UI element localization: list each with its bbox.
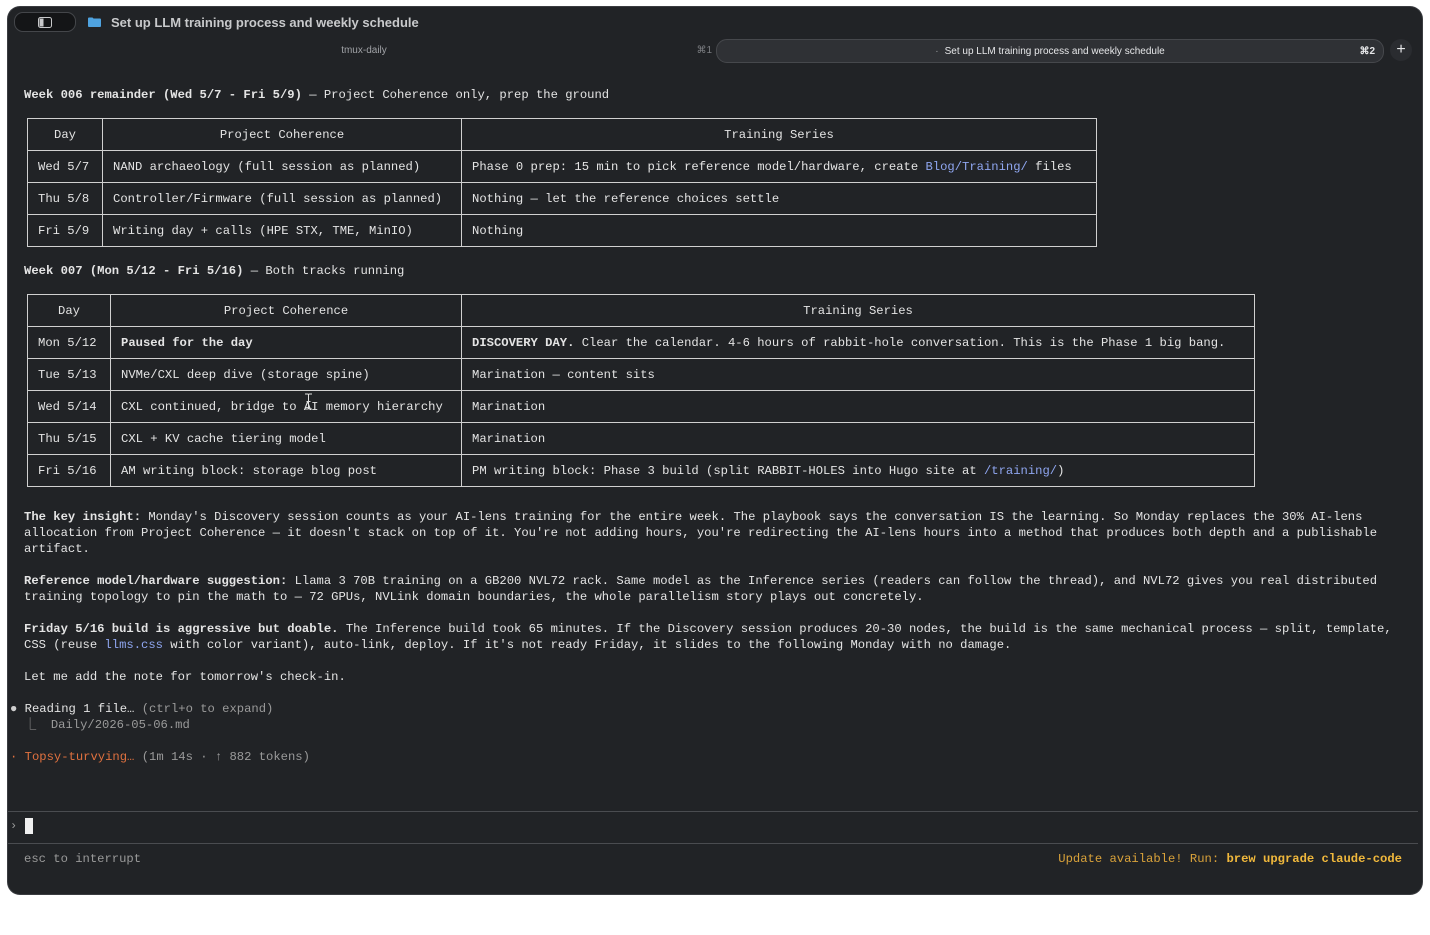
- table-row: Tue 5/13 NVMe/CXL deep dive (storage spi…: [27, 358, 1255, 391]
- week007-heading: Week 007 (Mon 5/12 - Fri 5/16) — Both tr…: [24, 264, 405, 278]
- column-header: Day: [27, 294, 111, 327]
- coherence-cell: Controller/Firmware (full session as pla…: [102, 182, 462, 215]
- sidebar-icon: [38, 16, 52, 28]
- folder-icon: [88, 17, 101, 27]
- terminal-window: Set up LLM training process and weekly s…: [8, 7, 1422, 894]
- column-header: Training Series: [461, 294, 1255, 327]
- day-cell: Fri 5/16: [27, 454, 111, 487]
- training-cell: Nothing: [461, 214, 1097, 247]
- new-tab-button[interactable]: +: [1390, 39, 1412, 61]
- tab-activity-dot: ·: [935, 45, 939, 57]
- window-title: Set up LLM training process and weekly s…: [111, 14, 419, 30]
- training-path-link[interactable]: /training/: [984, 464, 1057, 478]
- update-command[interactable]: brew upgrade claude-code: [1226, 852, 1402, 866]
- table-header-row: Day Project Coherence Training Series: [27, 294, 1255, 327]
- week006-table: Day Project Coherence Training Series We…: [27, 118, 1097, 247]
- status-line: · Topsy-turvying… (1m 14s · ↑ 882 tokens…: [10, 750, 310, 764]
- spinner-icon: ·: [10, 750, 18, 764]
- css-file-link[interactable]: llms.css: [104, 638, 163, 652]
- text-cursor-icon: [305, 393, 312, 410]
- input-bottom-divider: [8, 843, 1418, 844]
- title-bar: Set up LLM training process and weekly s…: [8, 7, 1422, 37]
- closing-line: Let me add the note for tomorrow's check…: [24, 670, 346, 684]
- coherence-cell: NVMe/CXL deep dive (storage spine): [110, 358, 462, 391]
- interrupt-hint: esc to interrupt: [24, 852, 142, 866]
- table-header-row: Day Project Coherence Training Series: [27, 118, 1097, 151]
- branch-icon: ⎿: [24, 718, 37, 732]
- table-row: Fri 5/16 AM writing block: storage blog …: [27, 454, 1255, 487]
- day-cell: Wed 5/7: [27, 150, 103, 183]
- table-row: Thu 5/15 CXL + KV cache tiering model Ma…: [27, 422, 1255, 455]
- training-cell: Nothing — let the reference choices sett…: [461, 182, 1097, 215]
- coherence-cell: AM writing block: storage blog post: [110, 454, 462, 487]
- tab-label: tmux-daily: [341, 44, 387, 56]
- day-cell: Fri 5/9: [27, 214, 103, 247]
- coherence-cell: Paused for the day: [110, 326, 462, 359]
- tab-llm-training[interactable]: · Set up LLM training process and weekly…: [716, 39, 1384, 63]
- tool-file-line: ⎿ Daily/2026-05-06.md: [24, 718, 190, 732]
- table-row: Fri 5/9 Writing day + calls (HPE STX, TM…: [27, 214, 1097, 247]
- column-header: Training Series: [461, 118, 1097, 151]
- tool-call-line[interactable]: ● Reading 1 file… (ctrl+o to expand): [10, 701, 1422, 717]
- tab-label: Set up LLM training process and weekly s…: [944, 45, 1165, 57]
- day-cell: Thu 5/8: [27, 182, 103, 215]
- terminal-output[interactable]: Week 006 remainder (Wed 5/7 - Fri 5/9) —…: [10, 87, 1422, 765]
- update-notice: Update available! Run: brew upgrade clau…: [1058, 852, 1402, 866]
- reference-paragraph: Reference model/hardware suggestion: Lla…: [24, 574, 1385, 604]
- training-cell: Marination: [461, 422, 1255, 455]
- input-top-divider: [8, 811, 1418, 812]
- coherence-cell: CXL + KV cache tiering model: [110, 422, 462, 455]
- day-cell: Wed 5/14: [27, 390, 111, 423]
- sidebar-toggle-button[interactable]: [14, 12, 76, 32]
- column-header: Project Coherence: [102, 118, 462, 151]
- friday-paragraph: Friday 5/16 build is aggressive but doab…: [24, 622, 1399, 652]
- coherence-cell: CXL continued, bridge to AI memory hiera…: [110, 390, 462, 423]
- day-cell: Tue 5/13: [27, 358, 111, 391]
- training-cell: Marination — content sits: [461, 358, 1255, 391]
- prompt-input[interactable]: ›: [10, 818, 34, 834]
- training-cell: PM writing block: Phase 3 build (split R…: [461, 454, 1255, 487]
- bullet-icon: ●: [10, 702, 18, 716]
- key-insight-paragraph: The key insight: Monday's Discovery sess…: [24, 510, 1385, 556]
- table-row: Wed 5/7 NAND archaeology (full session a…: [27, 150, 1097, 183]
- table-row: Wed 5/14 CXL continued, bridge to AI mem…: [27, 390, 1255, 423]
- training-cell: Marination: [461, 390, 1255, 423]
- tab-bar: tmux-daily ⌘1 · Set up LLM training proc…: [8, 38, 1422, 64]
- tab-shortcut: ⌘1: [696, 44, 712, 56]
- column-header: Day: [27, 118, 103, 151]
- week006-heading: Week 006 remainder (Wed 5/7 - Fri 5/9) —…: [24, 88, 610, 102]
- day-cell: Thu 5/15: [27, 422, 111, 455]
- plus-icon: +: [1396, 41, 1406, 58]
- training-cell: DISCOVERY DAY. Clear the calendar. 4-6 h…: [461, 326, 1255, 359]
- table-row: Mon 5/12 Paused for the day DISCOVERY DA…: [27, 326, 1255, 359]
- week007-table: Day Project Coherence Training Series Mo…: [27, 294, 1255, 487]
- table-row: Thu 5/8 Controller/Firmware (full sessio…: [27, 182, 1097, 215]
- tab-tmux-daily[interactable]: tmux-daily ⌘1: [14, 39, 714, 61]
- coherence-cell: Writing day + calls (HPE STX, TME, MinIO…: [102, 214, 462, 247]
- training-folder-link[interactable]: Blog/Training/: [925, 160, 1027, 174]
- training-cell: Phase 0 prep: 15 min to pick reference m…: [461, 150, 1097, 183]
- coherence-cell: NAND archaeology (full session as planne…: [102, 150, 462, 183]
- prompt-chevron-icon: ›: [10, 819, 18, 833]
- day-cell: Mon 5/12: [27, 326, 111, 359]
- tab-shortcut: ⌘2: [1359, 45, 1375, 57]
- input-cursor: [25, 818, 34, 834]
- column-header: Project Coherence: [110, 294, 462, 327]
